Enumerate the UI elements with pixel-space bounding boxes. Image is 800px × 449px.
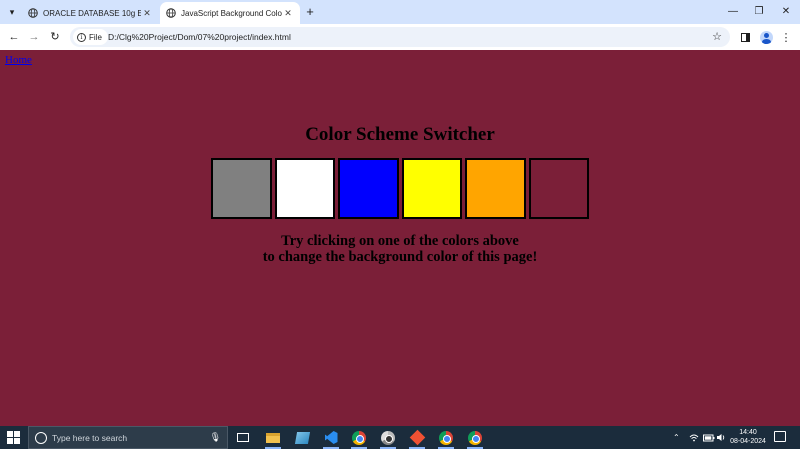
- site-info-chip[interactable]: i File: [73, 29, 108, 45]
- avatar-icon: [759, 30, 773, 44]
- kebab-menu-icon[interactable]: ⋮: [778, 29, 794, 45]
- taskbar-search[interactable]: 🎙: [28, 426, 228, 449]
- home-link[interactable]: Home: [5, 54, 32, 66]
- battery-icon[interactable]: [703, 426, 715, 449]
- chrome-profile-4-button[interactable]: [464, 428, 486, 449]
- profile-button[interactable]: [758, 29, 774, 45]
- globe-icon: [166, 8, 176, 18]
- chrome-profile-2-button[interactable]: [377, 428, 399, 449]
- wifi-icon[interactable]: [689, 426, 699, 449]
- folder-icon: [266, 432, 280, 443]
- swatch-purple[interactable]: [528, 158, 589, 219]
- clock-date: 08-04-2024: [730, 438, 766, 445]
- new-tab-button[interactable]: +: [303, 4, 317, 20]
- instructions-line-1: Try clicking on one of the colors above: [281, 233, 519, 249]
- volume-icon[interactable]: [716, 426, 726, 449]
- taskbar-search-input[interactable]: [52, 432, 202, 443]
- file-explorer-button[interactable]: [262, 428, 284, 449]
- globe-icon: [28, 8, 38, 18]
- minimize-button[interactable]: —: [723, 4, 743, 20]
- close-icon[interactable]: ✕: [141, 8, 153, 19]
- swatch-orange[interactable]: [465, 158, 526, 219]
- close-icon[interactable]: ✕: [282, 8, 294, 19]
- instructions-text: Try clicking on one of the colors above …: [0, 233, 800, 265]
- page-viewport: Home Color Scheme Switcher Try clicking …: [0, 50, 800, 426]
- notification-icon[interactable]: [774, 431, 786, 442]
- bookmark-star-icon[interactable]: ☆: [712, 29, 722, 45]
- tab-title: JavaScript Background Color Switcher: [181, 8, 282, 18]
- side-panel-icon: [740, 32, 750, 42]
- task-view-icon: [237, 433, 249, 442]
- taskbar-clock[interactable]: 14:40 08-04-2024: [728, 428, 768, 446]
- tab-search-chevron-icon[interactable]: ▾: [4, 4, 20, 20]
- tab-color-switcher[interactable]: JavaScript Background Color Switcher ✕: [160, 2, 300, 24]
- search-icon: [35, 431, 47, 444]
- instructions-line-2: to change the background color of this p…: [262, 249, 538, 265]
- swatch-blue[interactable]: [338, 158, 399, 219]
- notepad-icon: [294, 431, 310, 444]
- windows-start-icon[interactable]: [5, 429, 22, 446]
- swatch-grey[interactable]: [211, 158, 272, 219]
- git-icon: [409, 429, 425, 446]
- tray-chevron-up-icon[interactable]: ⌃: [673, 426, 680, 449]
- reload-icon[interactable]: ↻: [46, 28, 64, 46]
- chrome-icon: [352, 430, 366, 445]
- url-text[interactable]: D:/Clg%20Project/Dom/07%20project/index.…: [108, 27, 291, 47]
- browser-tab-strip: ▾ ORACLE DATABASE 10g EXPRESS ✕ JavaScri…: [0, 0, 800, 24]
- notepad-button[interactable]: [291, 428, 313, 447]
- side-panel-button[interactable]: [737, 29, 753, 45]
- window-close-button[interactable]: ✕: [776, 4, 796, 20]
- chrome-button[interactable]: [348, 428, 370, 449]
- back-arrow-icon[interactable]: ←: [5, 28, 23, 46]
- vscode-icon: [324, 431, 338, 444]
- clock-time: 14:40: [739, 429, 757, 436]
- chrome-icon: [381, 430, 395, 445]
- vscode-button[interactable]: [320, 428, 342, 449]
- browser-toolbar: ← → ↻ i File D:/Clg%20Project/Dom/07%20p…: [0, 24, 800, 50]
- maximize-button[interactable]: ❐: [749, 4, 769, 20]
- windows-taskbar: 🎙 ⌃ 14:40 08-04-2024: [0, 426, 800, 449]
- info-icon: i: [77, 32, 86, 42]
- tab-oracle[interactable]: ORACLE DATABASE 10g EXPRESS ✕: [22, 2, 159, 24]
- color-swatch-row: [211, 158, 589, 219]
- microphone-icon[interactable]: 🎙: [210, 432, 221, 443]
- swatch-white[interactable]: [274, 158, 335, 219]
- address-bar[interactable]: i File D:/Clg%20Project/Dom/07%20project…: [70, 27, 730, 47]
- git-button[interactable]: [406, 428, 428, 449]
- chrome-icon: [468, 430, 482, 445]
- chrome-icon: [439, 430, 453, 445]
- forward-arrow-icon[interactable]: →: [25, 28, 43, 46]
- chrome-profile-3-button[interactable]: [435, 428, 457, 449]
- tab-title: ORACLE DATABASE 10g EXPRESS: [43, 8, 141, 18]
- swatch-yellow[interactable]: [401, 158, 462, 219]
- page-title: Color Scheme Switcher: [305, 124, 495, 145]
- security-chip-label: File: [89, 32, 102, 42]
- task-view-button[interactable]: [232, 428, 254, 447]
